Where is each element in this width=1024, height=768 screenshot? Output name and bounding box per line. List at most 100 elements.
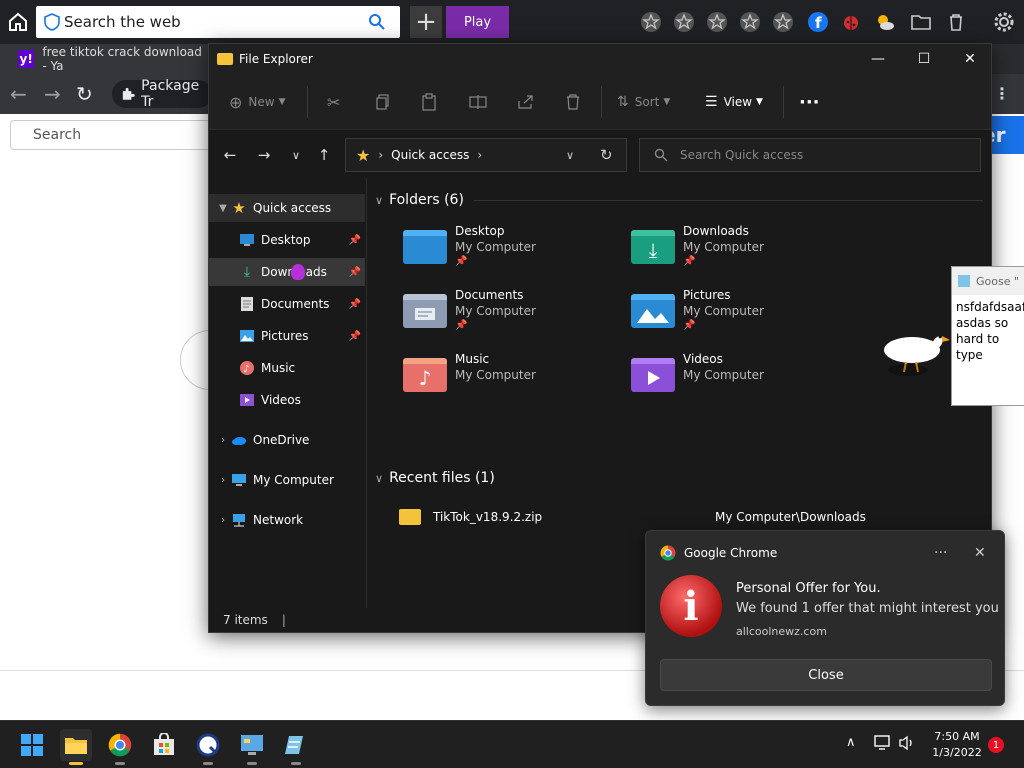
search-icon[interactable] xyxy=(368,13,386,31)
sidebar-label: Pictures xyxy=(261,329,309,343)
add-button[interactable]: + xyxy=(410,6,442,38)
trash-icon[interactable] xyxy=(944,10,968,34)
pin-icon[interactable]: 📌 xyxy=(349,299,361,310)
goose-icon[interactable] xyxy=(880,328,952,378)
taskbar-file-explorer[interactable] xyxy=(60,729,92,765)
recent-locations-icon[interactable]: ∨ xyxy=(285,144,307,166)
sidebar-item-documents[interactable]: Documents 📌 xyxy=(209,290,365,318)
sidebar-item-onedrive[interactable]: › OneDrive xyxy=(209,426,365,454)
more-options-icon[interactable]: ··· xyxy=(934,545,947,561)
address-dropdown-icon[interactable]: ∨ xyxy=(566,149,574,162)
folder-tile-videos[interactable]: Videos My Computer xyxy=(631,352,851,412)
more-options-icon[interactable]: ··· xyxy=(799,92,820,113)
web-search-box[interactable]: Search the web xyxy=(36,6,400,38)
address-bar[interactable]: Package Tr xyxy=(112,78,212,110)
chevron-right-icon[interactable]: › xyxy=(215,475,231,486)
taskbar-clock[interactable]: 7:50 AM 1/3/2022 xyxy=(920,729,994,761)
tab-title: free tiktok crack download - Ya xyxy=(42,45,202,73)
notification-count-badge[interactable]: 1 xyxy=(988,737,1004,753)
view-button[interactable]: ☰ View ▼ xyxy=(705,92,763,112)
reload-icon[interactable]: ↻ xyxy=(76,82,100,106)
refresh-icon[interactable]: ↻ xyxy=(600,146,613,164)
chevron-right-icon[interactable]: › xyxy=(215,515,231,526)
windows-start-icon[interactable] xyxy=(16,729,48,761)
back-icon[interactable]: ← xyxy=(10,82,34,106)
folders-section-header[interactable]: ∨ Folders (6) xyxy=(375,192,983,208)
sidebar-label: Network xyxy=(253,513,304,527)
close-icon[interactable]: ✕ xyxy=(974,545,986,561)
chevron-right-icon[interactable]: › xyxy=(215,435,231,446)
sidebar-item-quick-access[interactable]: ▼ ★ Quick access xyxy=(209,194,365,222)
taskbar-notepad[interactable] xyxy=(280,729,312,765)
music-icon: ♪ xyxy=(239,360,255,376)
active-indicator xyxy=(69,762,83,765)
plus-circle-icon: ⊕ xyxy=(229,92,243,112)
pin-icon[interactable]: 📌 xyxy=(349,267,361,278)
taskbar-app-q[interactable] xyxy=(192,729,224,765)
forward-icon[interactable]: → xyxy=(253,144,275,166)
facebook-icon[interactable]: f xyxy=(806,10,830,34)
sidebar-item-desktop[interactable]: Desktop 📌 xyxy=(209,226,365,254)
home-icon[interactable] xyxy=(6,10,30,34)
folder-tile-documents[interactable]: Documents My Computer 📌 xyxy=(403,288,623,348)
browser-tab[interactable]: y! free tiktok crack download - Ya xyxy=(0,44,210,74)
folder-location: My Computer xyxy=(683,368,764,382)
recent-file-row[interactable]: TikTok_v18.9.2.zip My Computer\Downloads xyxy=(399,504,979,530)
sidebar-item-my-computer[interactable]: › My Computer xyxy=(209,466,365,494)
weather-icon[interactable] xyxy=(873,10,897,34)
maximize-button[interactable]: ☐ xyxy=(901,44,947,74)
network-icon[interactable] xyxy=(874,735,892,754)
goose-titlebar[interactable]: Goose " xyxy=(952,267,1024,295)
star-icon[interactable] xyxy=(738,10,762,34)
folder-location: My Computer xyxy=(455,304,536,318)
sidebar-item-network[interactable]: › Network xyxy=(209,506,365,534)
chevron-down-icon[interactable]: ▼ xyxy=(215,203,231,214)
sort-button[interactable]: ⇅ Sort ▼ xyxy=(617,92,670,112)
delete-icon[interactable] xyxy=(565,92,581,112)
folder-tile-pictures[interactable]: Pictures My Computer 📌 xyxy=(631,288,851,348)
pin-icon[interactable]: 📌 xyxy=(349,331,361,342)
folder-tile-desktop[interactable]: Desktop My Computer 📌 xyxy=(403,224,623,284)
gear-icon[interactable] xyxy=(992,10,1016,34)
folder-tile-music[interactable]: ♪ Music My Computer xyxy=(403,352,623,412)
up-icon[interactable]: ↑ xyxy=(313,144,335,166)
pin-icon[interactable]: 📌 xyxy=(349,235,361,246)
back-icon[interactable]: ← xyxy=(219,144,241,166)
taskbar-store[interactable] xyxy=(148,729,180,761)
folder-name: Music xyxy=(455,352,490,366)
new-button[interactable]: ⊕ New ▼ xyxy=(229,92,286,112)
goose-text[interactable]: nsfdafdsaaf asdas so hard to type xyxy=(956,299,1024,363)
sidebar-item-downloads[interactable]: ⤓ Downloads 📌 xyxy=(209,258,365,286)
copy-icon[interactable] xyxy=(375,92,391,112)
paste-icon[interactable] xyxy=(421,92,437,112)
folder-name: Documents xyxy=(455,288,524,302)
sidebar-item-pictures[interactable]: Pictures 📌 xyxy=(209,322,365,350)
folder-tile-downloads[interactable]: ⤓ Downloads My Computer 📌 xyxy=(631,224,851,284)
star-icon[interactable] xyxy=(705,10,729,34)
ladybug-icon[interactable] xyxy=(839,10,863,34)
folder-icon[interactable] xyxy=(909,10,933,34)
cut-icon[interactable]: ✂ xyxy=(327,92,340,112)
explorer-address-bar[interactable]: ★ › Quick access › ∨ ↻ xyxy=(345,138,627,172)
sidebar-item-music[interactable]: ♪ Music xyxy=(209,354,365,382)
notification-close-button[interactable]: Close xyxy=(660,659,992,691)
play-button[interactable]: Play xyxy=(446,6,509,38)
taskbar-control-panel[interactable] xyxy=(236,729,268,765)
explorer-search-input[interactable]: Search Quick access xyxy=(639,138,981,172)
sidebar-item-videos[interactable]: Videos xyxy=(209,386,365,414)
forward-icon[interactable]: → xyxy=(44,82,68,106)
rename-icon[interactable] xyxy=(469,92,487,112)
recent-section-header[interactable]: ∨ Recent files (1) xyxy=(375,470,505,486)
browser-menu-icon[interactable]: ⋮ xyxy=(994,84,1010,104)
volume-icon[interactable] xyxy=(898,735,916,754)
star-icon[interactable] xyxy=(639,10,663,34)
star-icon[interactable] xyxy=(672,10,696,34)
page-search-input[interactable]: Search xyxy=(10,120,230,150)
share-icon[interactable] xyxy=(517,92,535,112)
address-text: Package Tr xyxy=(141,78,200,110)
minimize-button[interactable]: — xyxy=(855,44,901,74)
chevron-up-icon[interactable]: ∧ xyxy=(846,735,856,750)
taskbar-chrome[interactable] xyxy=(104,729,136,765)
star-icon[interactable] xyxy=(771,10,795,34)
close-button[interactable]: ✕ xyxy=(947,44,993,74)
